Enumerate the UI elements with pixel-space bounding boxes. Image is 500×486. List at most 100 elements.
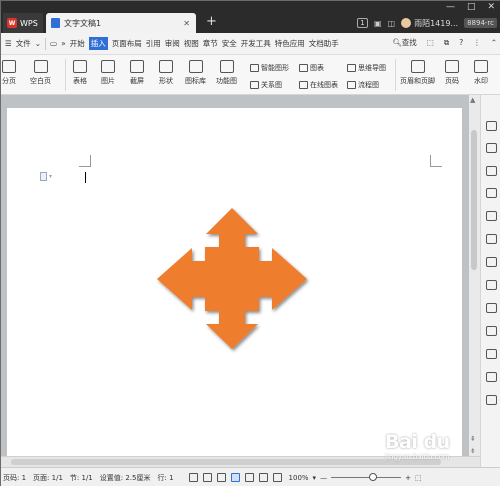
tag-icon[interactable] [486,372,497,382]
menu-view[interactable]: 视图 [184,38,199,49]
picture-label: 图片 [101,77,115,85]
shape-fill-icon[interactable] [486,166,497,176]
blank-page-icon [33,60,48,73]
table-style-icon[interactable] [486,188,497,198]
restore-button[interactable]: □ [467,2,476,12]
skin-icon[interactable]: ◫ [388,19,396,28]
help-icon[interactable]: ? [459,38,463,47]
status-setting-value[interactable]: 设置值: 2.5厘米 [100,473,151,483]
pen-icon[interactable] [216,473,226,482]
copy-icon[interactable] [486,234,497,244]
select-icon[interactable] [486,143,497,153]
four-way-arrow-shape[interactable] [152,203,312,353]
fit-page-icon[interactable]: ⬚ [415,474,422,482]
function-chart-icon [219,60,234,73]
menu-insert[interactable]: 插入 [88,37,108,50]
page-number-label: 页码 [445,77,459,85]
zoom-in-button[interactable]: + [405,474,411,482]
zoom-level[interactable]: 100% [289,474,309,482]
search-button[interactable]: 🔍︎查找 [392,37,417,48]
web-view-icon[interactable] [258,473,268,482]
tab-wps-home[interactable]: W WPS [3,13,43,33]
read-mode-icon[interactable] [202,473,212,482]
vertical-scrollbar[interactable]: ▲ ⇞ ⇟ [469,95,480,467]
table-icon [73,60,87,73]
tab-document[interactable]: 文字文稿1 ✕ [46,13,196,33]
menu-page-layout[interactable]: 页面布局 [112,38,142,49]
new-tab-button[interactable]: + [206,14,217,30]
chart-button[interactable]: 图表 [299,63,324,73]
horizontal-scroll-thumb[interactable] [11,459,441,465]
status-bar: 页码: 1 页面: 1/1 节: 1/1 设置值: 2.5厘米 行: 1 100… [1,467,500,486]
menu-references[interactable]: 引用 [146,38,161,49]
status-pages: 页面: 1/1 [33,473,63,482]
icon-library-icon [188,60,203,73]
flowchart-button[interactable]: 流程图 [347,80,379,90]
picture-panel-icon[interactable] [486,326,497,336]
shape-button[interactable]: 形状 [159,60,173,86]
paragraph-handle[interactable]: ▾ [40,172,52,181]
page-up-icon[interactable]: ⇞ [470,435,476,443]
zoom-slider-knob[interactable] [369,473,378,481]
fullscreen-icon[interactable] [188,473,198,482]
function-chart-button[interactable]: 功能图 [216,60,237,86]
scroll-up-icon[interactable]: ▲ [470,96,475,104]
more-options-icon[interactable]: ⋮ [473,38,481,47]
picture-icon [101,60,115,73]
shape-label: 形状 [159,77,173,85]
note-icon[interactable] [486,395,497,405]
page-number-button[interactable]: 页码 [445,60,459,86]
menu-start[interactable]: 开始 [70,38,85,49]
menu-security[interactable]: 安全 [222,38,237,49]
function-chart-label: 功能图 [216,77,237,85]
tab-close-icon[interactable]: ✕ [183,19,190,28]
screenshot-button[interactable]: 截屏 [130,60,144,86]
zoom-icon[interactable] [486,349,497,359]
share-icon[interactable]: ⬚ [427,38,434,47]
zoom-out-button[interactable]: — [320,474,327,482]
header-footer-button[interactable]: 页眉和页脚 [400,60,435,86]
box-icon[interactable] [486,303,497,313]
page-view-icon[interactable] [230,473,240,482]
relation-chart-button[interactable]: 关系图 [250,80,282,90]
window-count-badge[interactable]: 1 [356,18,368,28]
document-page[interactable]: ▾ [7,108,462,467]
scroll-thumb[interactable] [471,130,477,270]
blank-page-button[interactable]: 空白页 [30,60,51,86]
mind-map-button[interactable]: 思维导图 [347,63,386,73]
minimize-button[interactable]: — [446,2,455,12]
sync-icon[interactable]: ⧉ [444,38,449,48]
adjust-icon[interactable] [486,211,497,221]
hamburger-icon[interactable]: ☰ [5,39,12,48]
chevron-down-icon[interactable]: ▾ [313,474,317,482]
eye-protect-icon[interactable] [272,473,282,482]
zoom-slider[interactable] [331,473,402,482]
smart-art-button[interactable]: 智能图形 [250,63,289,73]
template-icon[interactable] [486,280,497,290]
menu-review[interactable]: 审阅 [165,38,180,49]
online-chart-button[interactable]: 在线图表 [299,80,338,90]
menu-chapter[interactable]: 章节 [203,38,218,49]
picture-button[interactable]: 图片 [101,60,115,86]
save-icon[interactable]: ▭ [50,39,57,48]
icon-library-button[interactable]: 图标库 [185,60,206,86]
watermark-button[interactable]: 水印 [474,60,488,86]
table-label: 表格 [73,77,87,85]
menu-features[interactable]: 特色应用 [275,38,305,49]
layout-icon[interactable]: ▣ [374,19,382,28]
collapse-ribbon-icon[interactable]: ⌃ [491,38,497,47]
outline-view-icon[interactable] [244,473,254,482]
collapse-panel-icon[interactable] [486,121,497,131]
menu-file[interactable]: 文件 [16,38,31,49]
status-page-number[interactable]: 页码: 1 [3,473,26,483]
user-account[interactable]: 雨陌1419... [401,18,458,29]
more-icon[interactable]: » [61,39,66,48]
table-button[interactable]: 表格 [73,60,87,86]
menu-doc-assistant[interactable]: 文档助手 [309,38,339,49]
menu-developer[interactable]: 开发工具 [241,38,271,49]
image-icon[interactable] [486,257,497,267]
chevron-down-icon[interactable]: ⌄ [35,39,41,48]
page-break-button[interactable]: 分页 [2,60,16,86]
page-down-icon[interactable]: ⇟ [470,447,476,455]
close-button[interactable]: ✕ [487,2,495,12]
